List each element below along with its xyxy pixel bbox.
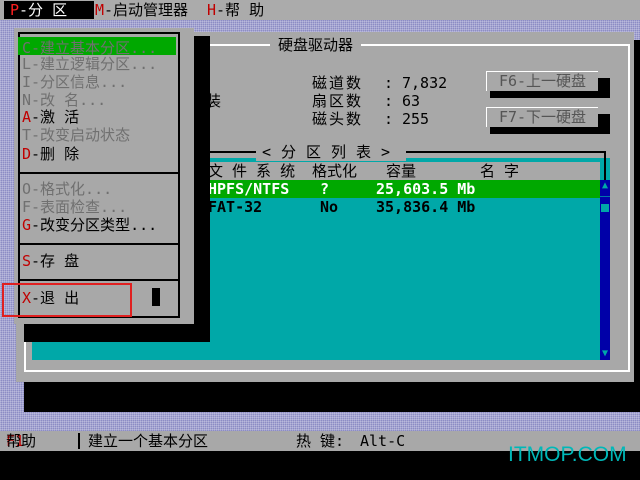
menu-item-label: -存 盘 <box>31 252 80 270</box>
menu-item-surface-scan[interactable]: F-表面检查... <box>22 198 127 216</box>
window-title: 硬盘驱动器 <box>270 36 362 54</box>
menu-bar: P-分 区 M-启动管理器 H-帮 助 <box>0 0 640 20</box>
menu-divider <box>20 172 178 174</box>
menu-item-label: -删 除 <box>31 145 80 163</box>
menu-boot-manager[interactable]: M-启动管理器 <box>95 1 188 19</box>
menu-help-label: -帮 助 <box>216 1 265 19</box>
menu-item-hotkey: S <box>22 252 32 270</box>
menu-boot-manager-label: -启动管理器 <box>104 1 189 19</box>
menu-item-save[interactable]: S-存 盘 <box>22 252 79 270</box>
partition-list-title: <分区列表> <box>256 143 407 161</box>
heads-label: 磁头数 <box>312 110 364 128</box>
menu-help-hotkey: H <box>207 1 217 19</box>
menu-item-partition-info[interactable]: I-分区信息... <box>22 73 127 91</box>
scroll-up-arrow-icon[interactable]: ▲ <box>600 180 610 192</box>
menu-item-change-type[interactable]: G-改变分区类型... <box>22 216 157 234</box>
menu-item-label: -改变分区类型... <box>31 216 158 234</box>
hotkey-value: Alt-C <box>360 432 406 450</box>
menu-item-change-boot-status[interactable]: T-改变启动状态 <box>22 126 130 144</box>
partition-row[interactable]: y FAT-32 No 35,836.4 Mb <box>190 198 600 216</box>
row-filesystem: HPFS/NTFS <box>208 180 290 198</box>
status-divider <box>78 433 80 449</box>
row-format: No <box>320 198 339 216</box>
menu-item-hotkey: I <box>22 73 32 91</box>
menu-boot-manager-hotkey: M <box>95 1 105 19</box>
menu-item-hotkey: A <box>22 108 32 126</box>
list-scrollbar[interactable]: ▲ ▼ <box>600 180 610 360</box>
heads-value: 255 <box>402 110 430 128</box>
row-filesystem: FAT-32 <box>208 198 263 216</box>
hotkey-label: 热 键: <box>296 432 345 450</box>
menu-item-hotkey: N <box>22 91 32 109</box>
menu-item-create-logical[interactable]: L-建立逻辑分区... <box>22 55 157 73</box>
column-capacity: 容量 <box>386 162 417 180</box>
prev-disk-button[interactable]: F6-上一硬盘 <box>486 71 598 91</box>
scroll-track-mark <box>600 196 610 197</box>
watermark: ITMOP.COM <box>508 443 627 466</box>
heads-row: 磁头数:255 <box>312 108 429 129</box>
menu-item-activate[interactable]: A-激 活 <box>22 108 79 126</box>
menu-item-rename[interactable]: N-改 名... <box>22 91 106 109</box>
exit-annotation-box <box>2 283 132 317</box>
menu-partition[interactable]: P-分 区 <box>4 1 94 19</box>
scroll-thumb[interactable] <box>601 204 609 212</box>
menu-item-hotkey: T <box>22 126 32 144</box>
menu-divider <box>20 243 178 245</box>
menu-item-hotkey: G <box>22 216 32 234</box>
heads-colon: : <box>384 110 394 128</box>
column-format: 格式化 <box>312 162 358 180</box>
row-capacity: 25,603.5 Mb <box>376 180 476 198</box>
text-cursor <box>152 288 160 306</box>
status-message: 建立一个基本分区 <box>88 432 209 450</box>
menu-item-label: -建立逻辑分区... <box>31 55 158 73</box>
menu-item-label: -分区信息... <box>31 73 128 91</box>
menu-item-label: -改 名... <box>31 91 107 109</box>
next-disk-button[interactable]: F7-下一硬盘 <box>486 107 598 127</box>
menu-item-label: -改变启动状态 <box>31 126 131 144</box>
menu-item-hotkey: D <box>22 145 32 163</box>
column-name: 名 字 <box>480 162 520 180</box>
menu-item-label: -激 活 <box>31 108 80 126</box>
partition-list-header: 文 件 系 统 格式化 容量 名 字 <box>190 162 600 180</box>
partition-row[interactable]: y HPFS/NTFS ? 25,603.5 Mb <box>190 180 600 198</box>
menu-item-format[interactable]: O-格式化... <box>22 180 112 198</box>
row-format: ? <box>320 180 330 198</box>
menu-item-create-primary[interactable]: C-建立基本分区... <box>18 37 176 57</box>
menu-item-label: -表面检查... <box>31 198 128 216</box>
menu-partition-label: -分 区 <box>19 1 68 19</box>
menu-help[interactable]: H-帮 助 <box>207 1 264 19</box>
menu-partition-hotkey: P <box>10 1 20 19</box>
menu-item-delete[interactable]: D-删 除 <box>22 145 79 163</box>
menu-item-hotkey: L <box>22 55 32 73</box>
menu-divider <box>20 279 178 281</box>
row-capacity: 35,836.4 Mb <box>376 198 476 216</box>
menu-item-label: -格式化... <box>31 180 113 198</box>
column-filesystem: 文 件 系 统 <box>208 162 296 180</box>
menu-item-hotkey: O <box>22 180 32 198</box>
menu-item-hotkey: F <box>22 198 32 216</box>
help-label: 帮助 <box>6 432 37 450</box>
scroll-down-arrow-icon[interactable]: ▼ <box>600 348 610 360</box>
